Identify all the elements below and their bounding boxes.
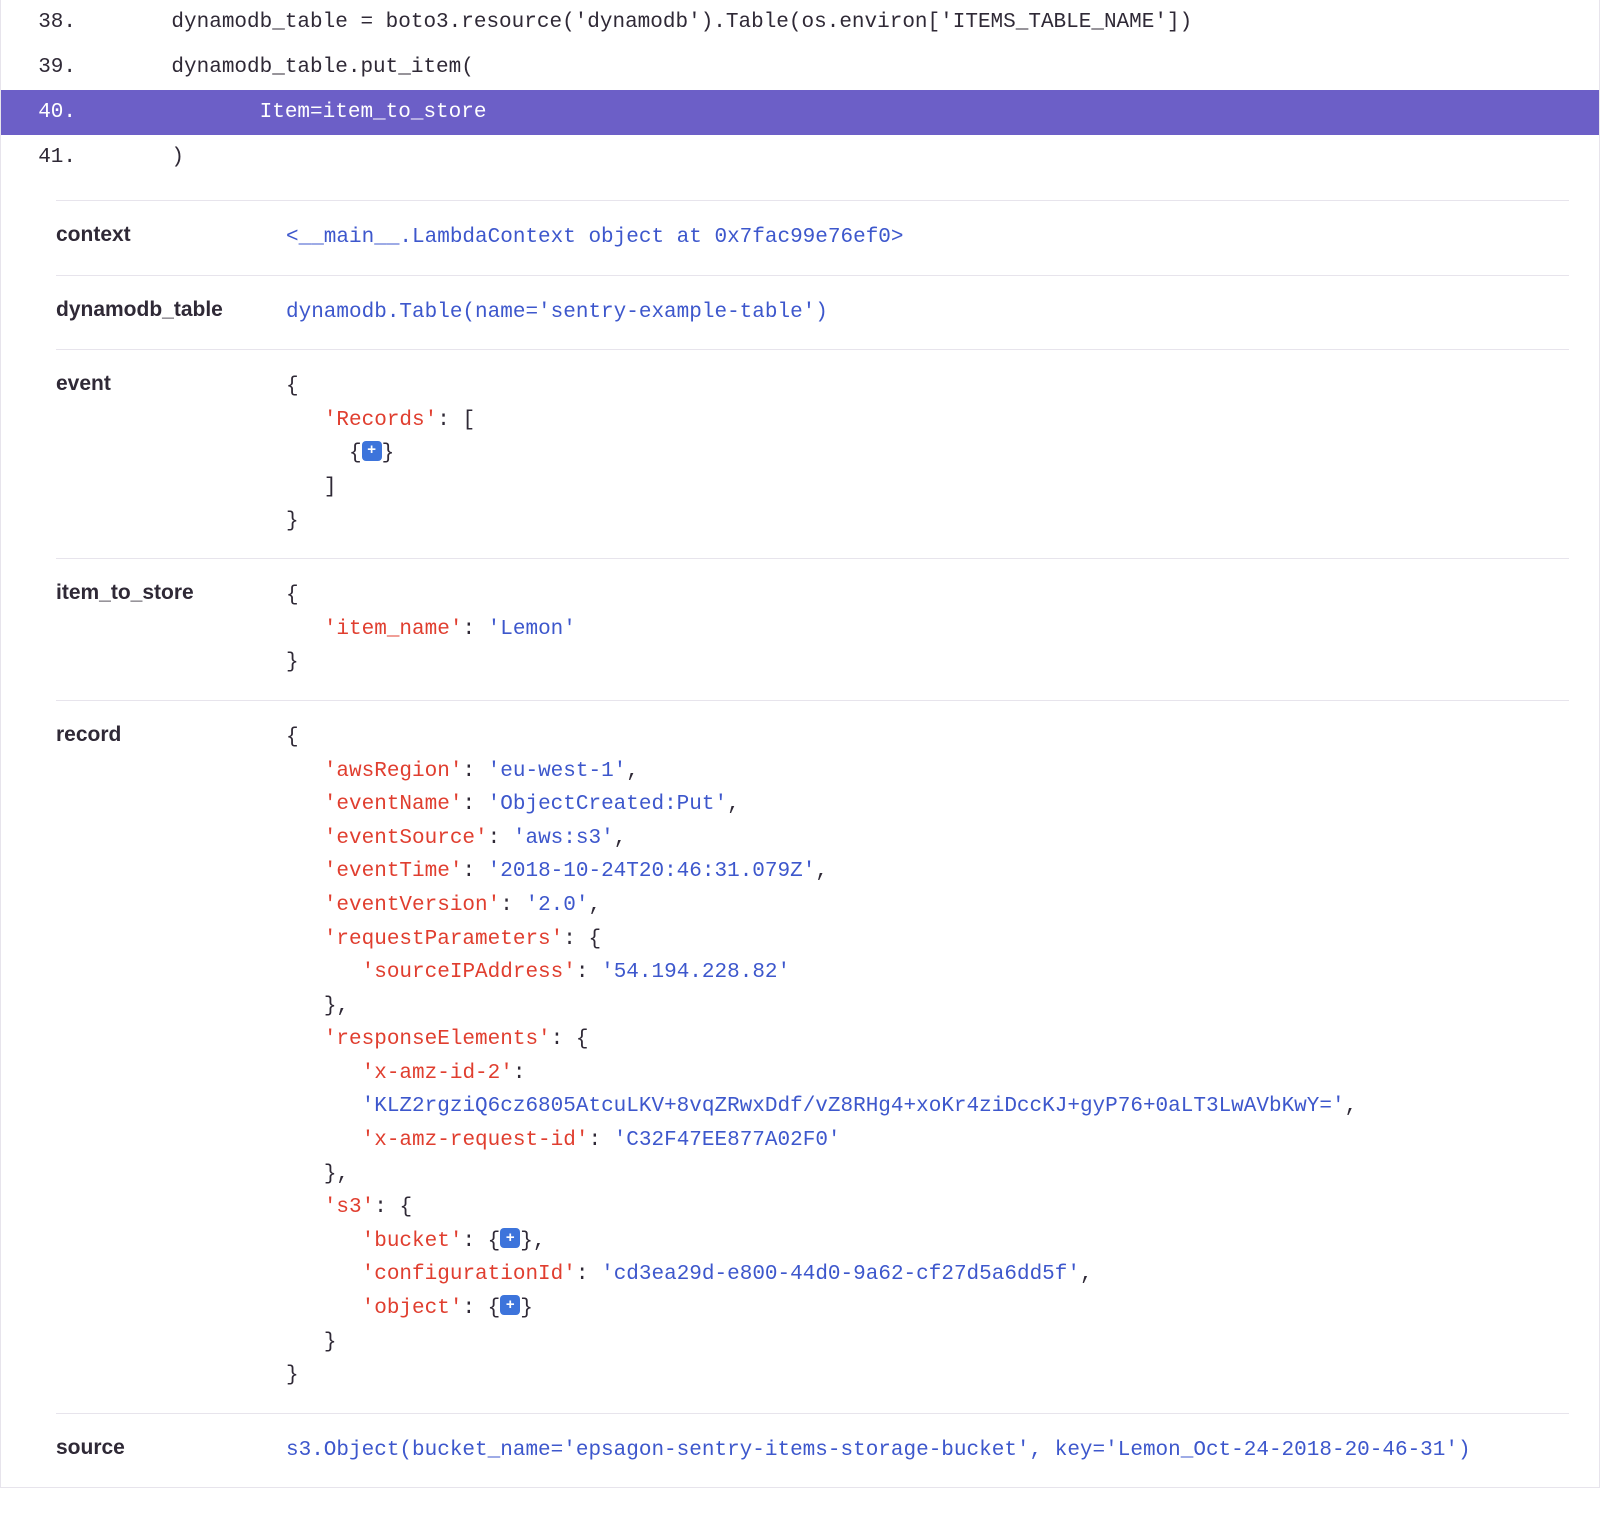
var-row-source: source s3.Object(bucket_name='epsagon-se… [56, 1413, 1569, 1488]
var-row-context: context <__main__.LambdaContext object a… [56, 200, 1569, 275]
code-line: 41. ) [1, 135, 1599, 180]
var-row-event: event { 'Records': [ {+} ] } [56, 349, 1569, 558]
expand-icon[interactable]: + [362, 441, 382, 461]
var-value: <__main__.LambdaContext object at 0x7fac… [286, 221, 1569, 255]
line-number: 39. [1, 56, 121, 79]
stack-frame-panel: 38. dynamodb_table = boto3.resource('dyn… [0, 0, 1600, 1488]
var-name: item_to_store [56, 579, 286, 680]
code-context: 38. dynamodb_table = boto3.resource('dyn… [1, 0, 1599, 180]
code-text: ) [121, 146, 1599, 169]
var-value: { 'awsRegion': 'eu-west-1', 'eventName':… [286, 721, 1569, 1393]
code-line: 38. dynamodb_table = boto3.resource('dyn… [1, 0, 1599, 45]
line-number: 40. [1, 101, 121, 124]
var-name: dynamodb_table [56, 296, 286, 330]
line-number: 38. [1, 11, 121, 34]
code-text: Item=item_to_store [121, 101, 1599, 124]
var-name: record [56, 721, 286, 1393]
local-variables: context <__main__.LambdaContext object a… [1, 200, 1599, 1487]
var-value: s3.Object(bucket_name='epsagon-sentry-it… [286, 1434, 1569, 1468]
var-row-dynamodb-table: dynamodb_table dynamodb.Table(name='sent… [56, 275, 1569, 350]
var-name: event [56, 370, 286, 538]
expand-icon[interactable]: + [500, 1295, 520, 1315]
line-number: 41. [1, 146, 121, 169]
var-row-item-to-store: item_to_store { 'item_name': 'Lemon' } [56, 558, 1569, 700]
var-name: source [56, 1434, 286, 1468]
code-text: dynamodb_table.put_item( [121, 56, 1599, 79]
code-line-active: 40. Item=item_to_store [1, 90, 1599, 135]
code-line: 39. dynamodb_table.put_item( [1, 45, 1599, 90]
var-row-record: record { 'awsRegion': 'eu-west-1', 'even… [56, 700, 1569, 1413]
var-name: context [56, 221, 286, 255]
expand-icon[interactable]: + [500, 1228, 520, 1248]
var-value: { 'item_name': 'Lemon' } [286, 579, 1569, 680]
var-value: { 'Records': [ {+} ] } [286, 370, 1569, 538]
var-value: dynamodb.Table(name='sentry-example-tabl… [286, 296, 1569, 330]
code-text: dynamodb_table = boto3.resource('dynamod… [121, 11, 1599, 34]
